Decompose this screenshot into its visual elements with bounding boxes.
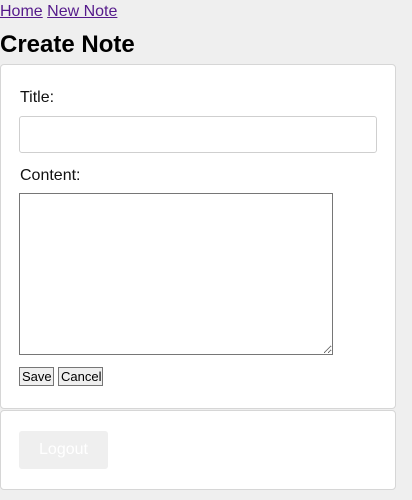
content-textarea[interactable] — [19, 193, 333, 355]
home-link[interactable]: Home — [0, 3, 43, 20]
top-nav: Home New Note — [0, 2, 117, 22]
create-note-form: Title: Content: Save Cancel — [0, 64, 396, 409]
page-title: Create Note — [0, 31, 135, 58]
save-button[interactable]: Save — [19, 367, 54, 386]
content-label: Content: — [20, 167, 81, 184]
cancel-button[interactable]: Cancel — [58, 367, 103, 386]
title-input[interactable] — [19, 116, 377, 153]
new-note-link[interactable]: New Note — [47, 3, 117, 20]
title-label: Title: — [20, 89, 55, 106]
logout-card: Logout — [0, 410, 396, 490]
logout-button[interactable]: Logout — [19, 431, 108, 469]
